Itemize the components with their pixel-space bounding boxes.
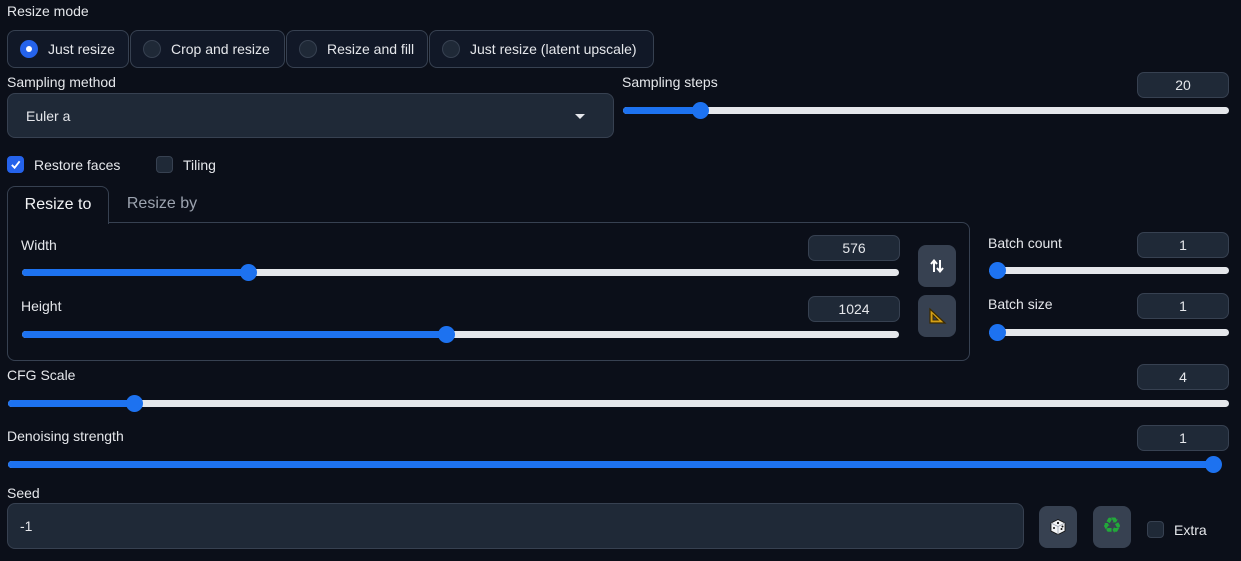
sampling-method-label: Sampling method — [7, 74, 116, 90]
slider-fill — [8, 400, 134, 407]
width-slider[interactable] — [22, 262, 899, 282]
radio-indicator — [143, 40, 161, 58]
batch-count-input[interactable]: 1 — [1137, 232, 1229, 258]
slider-thumb[interactable] — [438, 326, 455, 343]
radio-indicator — [442, 40, 460, 58]
height-label: Height — [21, 298, 62, 314]
height-input[interactable]: 1024 — [808, 296, 900, 322]
checkbox-box — [1147, 521, 1164, 538]
radio-indicator — [299, 40, 317, 58]
resize-mode-label: Resize mode — [7, 3, 89, 19]
dice-icon — [1050, 519, 1066, 535]
cfg-scale-label: CFG Scale — [7, 367, 76, 383]
checkbox-label: Tiling — [183, 156, 216, 173]
height-slider[interactable] — [22, 324, 899, 344]
checkbox-label: Restore faces — [34, 156, 121, 173]
batch-size-slider[interactable] — [989, 322, 1229, 342]
batch-size-input[interactable]: 1 — [1137, 293, 1229, 319]
slider-fill — [623, 107, 700, 114]
swap-arrows-icon — [930, 258, 944, 274]
check-icon — [11, 160, 21, 170]
slider-thumb[interactable] — [126, 395, 143, 412]
sampling-steps-slider[interactable] — [623, 100, 1229, 120]
denoising-strength-input[interactable]: 1 — [1137, 425, 1229, 451]
radio-just-resize-latent-upscale[interactable]: Just resize (latent upscale) — [429, 30, 654, 68]
slider-thumb[interactable] — [692, 102, 709, 119]
radio-crop-and-resize[interactable]: Crop and resize — [130, 30, 285, 68]
random-seed-button[interactable] — [1039, 506, 1077, 548]
swap-dimensions-button[interactable] — [918, 245, 956, 287]
slider-track — [989, 329, 1229, 336]
batch-size-label: Batch size — [988, 296, 1053, 312]
checkbox-label: Extra — [1174, 521, 1207, 538]
radio-label: Just resize (latent upscale) — [470, 41, 637, 57]
sampling-steps-input[interactable]: 20 — [1137, 72, 1229, 98]
sampling-method-dropdown[interactable]: Euler a — [7, 93, 614, 138]
width-label: Width — [21, 237, 57, 253]
radio-label: Crop and resize — [171, 41, 270, 57]
denoising-strength-label: Denoising strength — [7, 428, 124, 444]
radio-label: Just resize — [48, 41, 115, 57]
slider-track — [989, 267, 1229, 274]
slider-fill — [22, 269, 248, 276]
tab-resize-to[interactable]: Resize to — [7, 186, 109, 224]
tab-resize-by[interactable]: Resize by — [109, 186, 215, 224]
slider-thumb[interactable] — [1205, 456, 1222, 473]
extra-checkbox[interactable]: Extra — [1147, 521, 1207, 538]
reuse-seed-button[interactable]: ♻ — [1093, 506, 1131, 548]
seed-label: Seed — [7, 485, 40, 501]
slider-track — [8, 400, 1229, 407]
radio-label: Resize and fill — [327, 41, 415, 57]
slider-thumb[interactable] — [240, 264, 257, 281]
sampling-method-value: Euler a — [26, 107, 71, 124]
checkbox-box — [7, 156, 24, 173]
recycle-icon: ♻ — [1102, 514, 1122, 539]
slider-thumb[interactable] — [989, 262, 1006, 279]
denoising-strength-slider[interactable] — [8, 454, 1222, 474]
slider-track — [623, 107, 1229, 114]
cfg-scale-input[interactable]: 4 — [1137, 364, 1229, 390]
radio-just-resize[interactable]: Just resize — [7, 30, 129, 68]
chevron-down-icon — [575, 114, 585, 119]
width-input[interactable]: 576 — [808, 235, 900, 261]
triangle-ruler-icon — [929, 307, 947, 324]
slider-fill — [22, 331, 446, 338]
restore-faces-checkbox[interactable]: Restore faces — [7, 156, 120, 173]
sampling-steps-label: Sampling steps — [622, 74, 718, 90]
slider-thumb[interactable] — [989, 324, 1006, 341]
aspect-ratio-button[interactable] — [918, 295, 956, 337]
radio-resize-and-fill[interactable]: Resize and fill — [286, 30, 428, 68]
cfg-scale-slider[interactable] — [8, 393, 1229, 413]
tiling-checkbox[interactable]: Tiling — [156, 156, 216, 173]
radio-indicator — [20, 40, 38, 58]
batch-count-label: Batch count — [988, 235, 1062, 251]
slider-fill — [8, 461, 1221, 468]
seed-input[interactable]: -1 — [7, 503, 1024, 549]
batch-count-slider[interactable] — [989, 260, 1229, 280]
checkbox-box — [156, 156, 173, 173]
